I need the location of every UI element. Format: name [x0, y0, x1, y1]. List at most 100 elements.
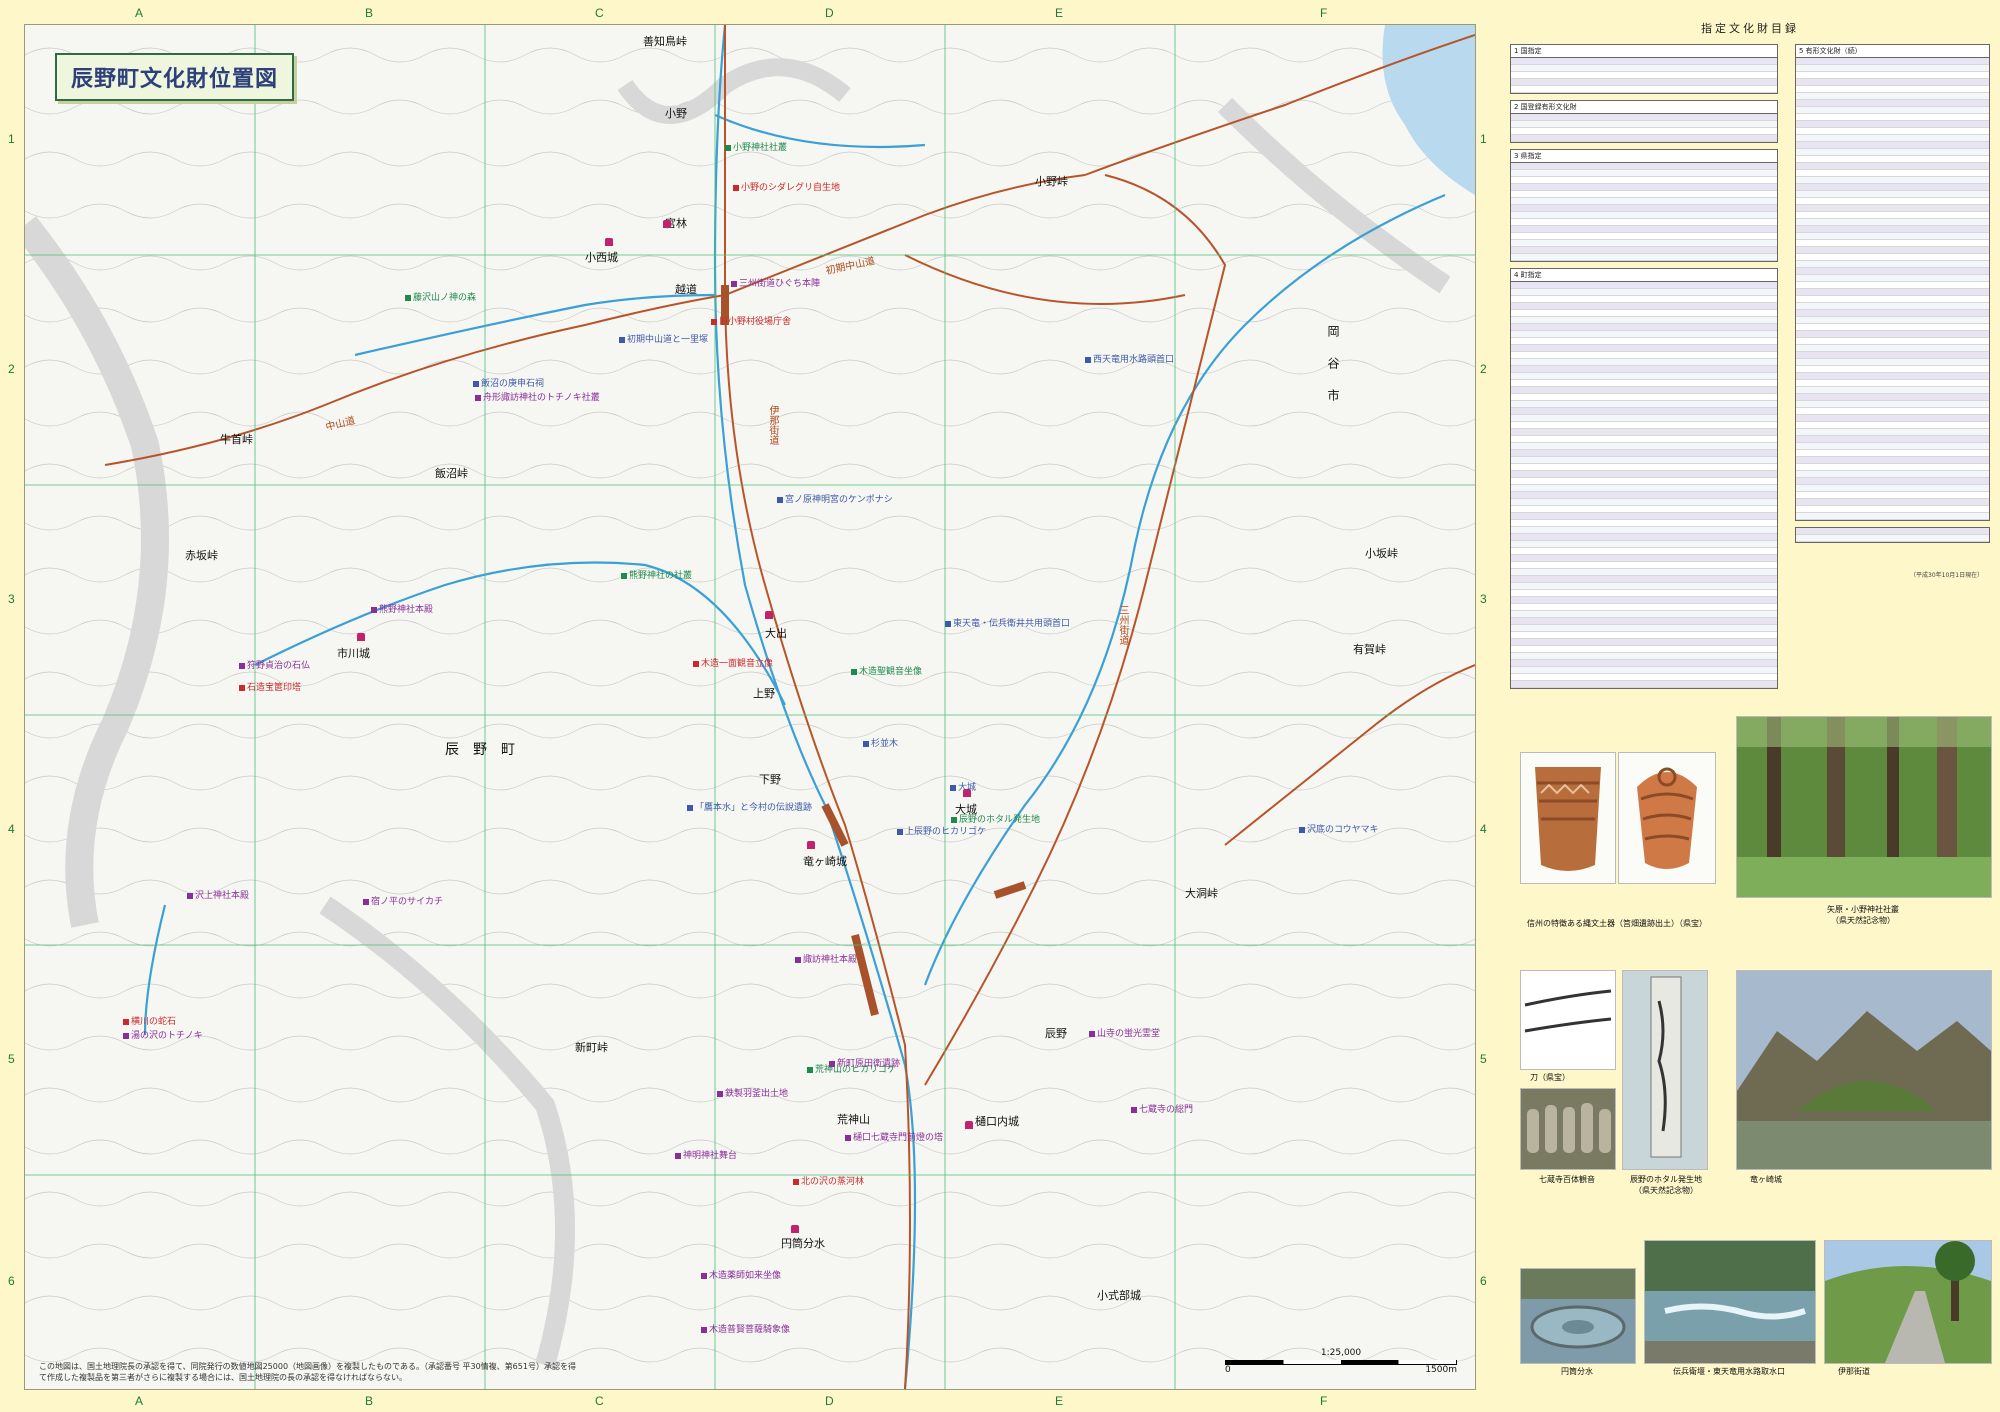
heritage-marker[interactable]: 三州街道ひぐち本陣	[731, 279, 820, 290]
marker-square-icon	[123, 1032, 129, 1039]
table-row	[1511, 170, 1777, 177]
heritage-marker[interactable]: 木造一面観音立像	[693, 659, 773, 670]
heritage-marker[interactable]: 大城	[950, 783, 976, 794]
table-row	[1796, 65, 1989, 72]
heritage-marker[interactable]: 西天竜用水路頭首口	[1085, 355, 1174, 366]
photo-ono-shrine-forest[interactable]	[1736, 716, 1992, 898]
heritage-marker[interactable]: 樋口七蔵寺門前燈の塔	[845, 1133, 943, 1144]
table-row	[1511, 520, 1777, 527]
heritage-marker[interactable]: 上辰野のヒカリゴケ	[897, 827, 986, 838]
grid-row-label: 6	[1480, 1274, 1487, 1288]
heritage-marker[interactable]: 旧小野村役場庁舎	[711, 317, 791, 328]
heritage-marker[interactable]: 沢底のコウヤマキ	[1299, 825, 1379, 836]
place-label: 上野	[753, 687, 775, 700]
photo-hotaru-monument[interactable]	[1622, 970, 1708, 1170]
table-row	[1511, 583, 1777, 590]
table-row	[1796, 226, 1989, 233]
table-row	[1511, 478, 1777, 485]
table-row	[1511, 135, 1777, 142]
heritage-marker[interactable]: 新町原田衛遺跡	[829, 1059, 900, 1070]
river-line	[923, 193, 1446, 986]
heritage-marker[interactable]: 木造薬師如来坐像	[701, 1271, 781, 1282]
marker-square-icon	[239, 684, 245, 691]
heritage-marker[interactable]: 石造宝篋印塔	[239, 683, 301, 694]
road-label: 三州街道	[1117, 605, 1128, 645]
photo-entou-bunsui[interactable]	[1520, 1268, 1636, 1364]
road-line	[104, 174, 1086, 466]
heritage-marker[interactable]: 初期中山道と一里塚	[619, 335, 708, 346]
place-label: 辰野	[1045, 1027, 1067, 1040]
grid-col-label: E	[1055, 1394, 1064, 1408]
marker-square-icon	[711, 318, 717, 325]
heritage-marker[interactable]: 飯沼の庚申石祠	[473, 379, 544, 390]
table-row	[1511, 352, 1777, 359]
map-area[interactable]: 辰野町文化財位置図 善知鳥峠 小野 小西城 宮林 越道 飯沼峠 牛首峠 赤坂峠 …	[24, 24, 1476, 1390]
table-row	[1796, 268, 1989, 275]
grid-col-label: E	[1055, 6, 1064, 20]
heritage-marker[interactable]: 熊野神社本殿	[371, 605, 433, 616]
heritage-marker[interactable]: 宮ノ原神明宮のケンポナシ	[777, 495, 893, 506]
heritage-marker[interactable]: 東天竜・伝兵衛井共用頭首口	[945, 619, 1070, 630]
heritage-marker[interactable]: 「鷹本水」と今村の伝說遺跡	[687, 803, 812, 814]
table-row	[1511, 331, 1777, 338]
heritage-marker[interactable]: 熊野神社の社叢	[621, 571, 692, 582]
heritage-marker[interactable]: 宿ノ平のサイカチ	[363, 897, 443, 908]
marker-square-icon	[187, 892, 193, 899]
heritage-marker[interactable]: 木造聖観音坐像	[851, 667, 922, 678]
heritage-marker[interactable]: 木造普賢菩薩騎象像	[701, 1325, 790, 1336]
heritage-marker[interactable]: 北の沢の蒸河林	[793, 1177, 864, 1188]
photo-hyakutai-kannon[interactable]	[1520, 1088, 1616, 1170]
marker-square-icon	[1131, 1106, 1137, 1113]
table-row	[1511, 240, 1777, 247]
marker-square-icon	[851, 668, 857, 675]
marker-square-icon	[731, 280, 737, 287]
photo-tatsugasaki-castle[interactable]	[1736, 970, 1992, 1170]
heritage-marker[interactable]: 杉並木	[863, 739, 898, 750]
marker-square-icon	[687, 804, 693, 811]
heritage-marker[interactable]: 辰野のホタル発生地	[951, 815, 1040, 826]
ridge-band	[25, 216, 169, 928]
marker-square-icon	[239, 662, 245, 669]
table-row	[1511, 429, 1777, 436]
photo-sword[interactable]	[1520, 970, 1616, 1070]
heritage-marker[interactable]: 舟形諏訪神社のトチノキ社叢	[475, 393, 600, 404]
heritage-marker[interactable]: 小野のシダレグリ自生地	[733, 183, 840, 194]
photo-intake[interactable]	[1644, 1240, 1816, 1364]
photo-ina-kaido[interactable]	[1824, 1240, 1992, 1364]
heritage-marker[interactable]: 神明神社舞台	[675, 1151, 737, 1162]
table-row	[1511, 226, 1777, 233]
table-row	[1511, 233, 1777, 240]
map-canvas[interactable]	[25, 25, 1475, 1389]
contour-line	[25, 827, 1475, 843]
table-row	[1511, 436, 1777, 443]
table-row	[1796, 212, 1989, 219]
heritage-marker[interactable]: 諏訪神社本殿	[795, 955, 857, 966]
marker-square-icon	[371, 606, 377, 613]
heritage-marker[interactable]: 沢上神社本殿	[187, 891, 249, 902]
heritage-marker[interactable]: 鉄製羽釜出土地	[717, 1089, 788, 1100]
heritage-marker[interactable]: 狩野貞治の石仏	[239, 661, 310, 672]
heritage-marker[interactable]: 山寺の蛍光霊堂	[1089, 1029, 1160, 1040]
place-label: 飯沼峠	[435, 467, 468, 480]
table-row	[1511, 72, 1777, 79]
table-row	[1796, 177, 1989, 184]
photo-caption: 刀（県宝）	[1530, 1073, 1570, 1082]
table-row	[1511, 198, 1777, 205]
road-line	[904, 254, 1186, 305]
table-row	[1796, 275, 1989, 282]
table-row	[1511, 415, 1777, 422]
grid-row-label: 5	[1480, 1052, 1487, 1066]
heritage-marker[interactable]: 横川の蛇石	[123, 1017, 176, 1028]
heritage-marker[interactable]: 藤沢山ノ神の森	[405, 293, 476, 304]
castle-icon	[807, 841, 815, 849]
table-row	[1511, 184, 1777, 191]
heritage-table: 3 県指定	[1510, 149, 1778, 262]
heritage-road-segment	[993, 881, 1027, 899]
table-row	[1796, 163, 1989, 170]
heritage-marker[interactable]: 小野神社社叢	[725, 143, 787, 154]
marker-square-icon	[675, 1152, 681, 1159]
photo-jomon-pot-1[interactable]	[1520, 752, 1616, 884]
heritage-marker[interactable]: 七蔵寺の総門	[1131, 1105, 1193, 1116]
photo-jomon-pot-2[interactable]	[1618, 752, 1716, 884]
heritage-marker[interactable]: 湯の沢のトチノキ	[123, 1031, 203, 1042]
